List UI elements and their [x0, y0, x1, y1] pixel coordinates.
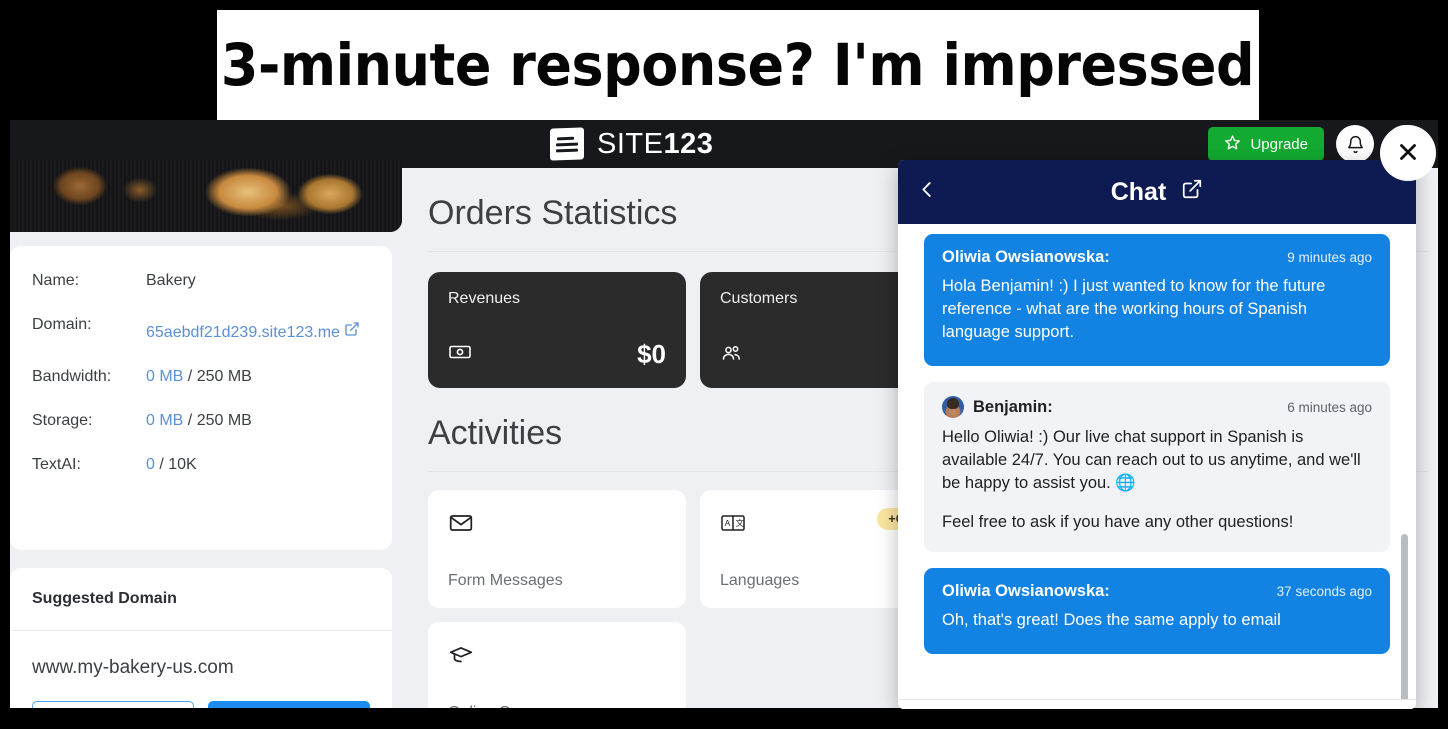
banknote-icon [448, 340, 472, 369]
chat-author: Benjamin: [973, 397, 1053, 416]
logo-text-site: SITE [597, 127, 664, 160]
chat-panel: Chat Oliwia Owsianowska: 9 minutes ago H… [898, 160, 1416, 709]
bandwidth-total: / 250 MB [187, 368, 252, 385]
info-row-name: Name: Bakery [32, 272, 370, 290]
info-row-bandwidth: Bandwidth: 0 MB / 250 MB [32, 368, 370, 386]
upgrade-button-label: Upgrade [1250, 135, 1308, 153]
close-chat-button[interactable] [1380, 125, 1436, 181]
chat-author: Oliwia Owsianowska: [942, 248, 1110, 266]
bandwidth-label: Bandwidth: [32, 368, 112, 385]
domain-link[interactable]: 65aebdf21d239.site123.me [146, 324, 340, 341]
name-label: Name: [32, 272, 80, 289]
stat-card-revenues[interactable]: Revenues $0 [428, 272, 686, 388]
external-link-icon[interactable] [1181, 178, 1203, 207]
suggested-domain-title: Suggested Domain [10, 568, 392, 631]
storage-label: Storage: [32, 412, 93, 429]
chat-title-wrap: Chat [1111, 178, 1204, 207]
chat-author: Oliwia Owsianowska: [942, 582, 1110, 600]
chat-message: Oliwia Owsianowska: 9 minutes ago Hola B… [924, 234, 1390, 366]
avatar [942, 396, 964, 418]
site123-logo[interactable]: SITE123 [550, 120, 713, 168]
activity-card-online-courses[interactable]: Online Courses [428, 622, 686, 708]
info-row-textai: TextAI: 0 / 10K [32, 456, 370, 474]
chat-bubble-outgoing: Oliwia Owsianowska: 9 minutes ago Hola B… [924, 234, 1390, 366]
chat-timestamp: 37 seconds ago [1276, 584, 1372, 599]
chat-message-header: Benjamin: 6 minutes ago [942, 396, 1372, 418]
bandwidth-used: 0 MB [146, 368, 184, 385]
suggested-domain-actions [10, 679, 392, 708]
name-value: Bakery [146, 272, 196, 289]
headline-banner: 3-minute response? I'm impressed [217, 10, 1259, 120]
svg-text:A: A [725, 518, 731, 528]
chat-message: Oliwia Owsianowska: 37 seconds ago Oh, t… [924, 568, 1390, 654]
headline-text: 3-minute response? I'm impressed [221, 31, 1255, 99]
stat-bottom-revenues: $0 [448, 339, 666, 370]
star-icon [1224, 134, 1241, 155]
bell-icon [1346, 135, 1365, 154]
chat-message-list[interactable]: Oliwia Owsianowska: 9 minutes ago Hola B… [898, 224, 1416, 709]
domain-value-wrap: 65aebdf21d239.site123.me [146, 316, 360, 342]
stat-value-revenues: $0 [637, 339, 666, 369]
activity-label-online-courses: Online Courses [448, 704, 558, 708]
suggested-domain-value: www.my-bakery-us.com [32, 657, 234, 678]
storage-value: 0 MB / 250 MB [146, 412, 252, 430]
document-logo-icon [550, 127, 584, 161]
storage-used: 0 MB [146, 412, 184, 429]
secondary-action-button[interactable] [32, 701, 194, 708]
notifications-button[interactable] [1336, 125, 1374, 163]
textai-label: TextAI: [32, 456, 81, 473]
activity-label-languages: Languages [720, 572, 800, 589]
chat-message-header: Oliwia Owsianowska: 9 minutes ago [942, 248, 1372, 267]
chevron-left-icon[interactable] [916, 179, 938, 206]
textai-total: / 10K [159, 456, 197, 473]
left-sidebar-column: Name: Bakery Domain: 65aebdf21d239.site1… [10, 160, 402, 708]
primary-action-button[interactable] [208, 701, 370, 708]
chat-title: Chat [1110, 177, 1167, 206]
activity-label-form-messages: Form Messages [448, 572, 563, 589]
domain-label: Domain: [32, 316, 92, 333]
site-preview-thumbnail[interactable] [10, 160, 402, 232]
chat-input-area[interactable] [898, 699, 1416, 709]
logo-text-123: 123 [663, 127, 714, 160]
screenshot-root: 3-minute response? I'm impressed SITE123… [0, 0, 1448, 729]
logo-wordmark: SITE123 [597, 128, 713, 161]
upgrade-button[interactable]: Upgrade [1208, 127, 1324, 161]
graduation-cap-icon [448, 642, 666, 673]
envelope-icon [448, 510, 666, 541]
activity-card-form-messages[interactable]: Form Messages [428, 490, 686, 608]
chat-message-text: Hello Oliwia! :) Our live chat support i… [942, 428, 1361, 492]
bakery-hero-image [10, 160, 402, 232]
chat-author-wrap: Benjamin: [942, 396, 1053, 418]
chat-timestamp: 6 minutes ago [1287, 399, 1372, 415]
chat-timestamp: 9 minutes ago [1287, 250, 1372, 265]
chat-bubble-incoming: Benjamin: 6 minutes ago Hello Oliwia! :)… [924, 382, 1390, 552]
info-row-storage: Storage: 0 MB / 250 MB [32, 412, 370, 430]
svg-text:文: 文 [736, 518, 745, 528]
textai-used: 0 [146, 456, 155, 473]
chat-message-text-2: Feel free to ask if you have any other q… [942, 513, 1294, 531]
suggested-domain-card: Suggested Domain www.my-bakery-us.com [10, 568, 392, 708]
chat-message-header: Oliwia Owsianowska: 37 seconds ago [942, 582, 1372, 601]
people-icon [720, 341, 744, 370]
chat-message-text: Hola Benjamin! :) I just wanted to know … [942, 277, 1326, 341]
textai-value: 0 / 10K [146, 456, 197, 474]
chat-bubble-outgoing: Oliwia Owsianowska: 37 seconds ago Oh, t… [924, 568, 1390, 654]
close-icon [1395, 139, 1421, 168]
chat-scrollbar-thumb[interactable] [1401, 534, 1408, 709]
site-info-card: Name: Bakery Domain: 65aebdf21d239.site1… [10, 246, 392, 550]
stat-label-revenues: Revenues [448, 290, 521, 307]
chat-message: Benjamin: 6 minutes ago Hello Oliwia! :)… [924, 382, 1390, 552]
storage-total: / 250 MB [187, 412, 252, 429]
external-link-icon[interactable] [344, 321, 360, 342]
bandwidth-value: 0 MB / 250 MB [146, 368, 252, 386]
info-row-domain: Domain: 65aebdf21d239.site123.me [32, 316, 370, 342]
chat-header: Chat [898, 160, 1416, 224]
chat-message-text: Oh, that's great! Does the same apply to… [942, 611, 1281, 629]
